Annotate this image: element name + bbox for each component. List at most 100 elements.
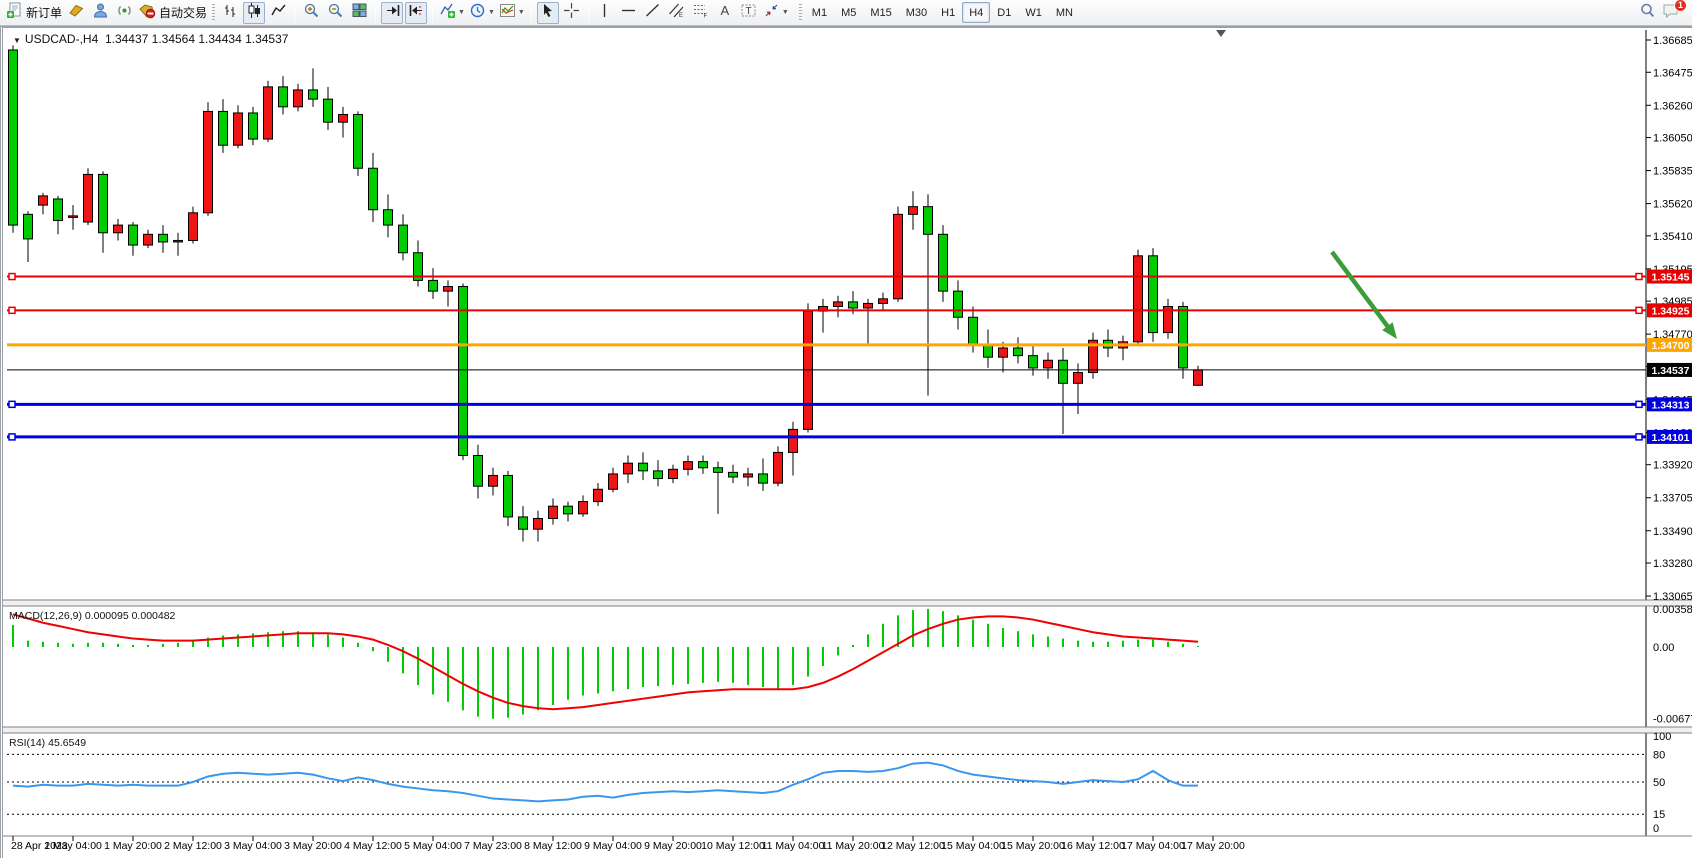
chart-menu-triangle-icon[interactable]: ▼ [13,36,21,45]
candle [219,111,228,145]
chevron-down-icon: ▼ [488,9,495,16]
timeframe-m15-button[interactable]: M15 [863,2,898,23]
candle [459,287,468,456]
new-order-button[interactable]: 新订单 [5,2,63,24]
cursor-tool-button[interactable] [537,2,559,24]
candle [309,90,318,99]
candle [1194,370,1203,385]
market-watch-button[interactable] [65,2,87,24]
candle [609,474,618,489]
candle [69,216,78,218]
chart-canvas[interactable]: 1.366851.364751.362601.360501.358351.356… [3,28,1692,858]
candle [759,474,768,483]
chart-shift-marker-icon[interactable] [1216,30,1226,37]
periods-button[interactable]: ▼ [468,2,496,24]
time-tick-label: 5 May 04:00 [404,840,462,852]
timeframe-m30-button[interactable]: M30 [899,2,934,23]
candle [684,462,693,470]
time-tick-label: 17 May 20:00 [1181,840,1245,852]
label-tool-button[interactable]: T [738,2,760,24]
candle [204,111,213,212]
fibonacci-tool-button[interactable]: F [690,2,712,24]
zoom-out-button[interactable] [324,2,346,24]
chart-shift-button[interactable] [405,2,427,24]
vertical-line-tool-button[interactable] [594,2,616,24]
navigator-button[interactable] [89,2,111,24]
chart-ohlc-values: 1.34437 1.34564 1.34434 1.34537 [105,32,289,46]
indicators-button[interactable]: ▼ [438,2,466,24]
vertical-line-icon [596,2,613,24]
candle [504,475,513,516]
panel-splitter[interactable] [3,727,1692,733]
notifications-button[interactable]: 1 [1660,2,1682,24]
time-tick-label: 7 May 23:00 [464,840,522,852]
candle [9,50,18,225]
trendline-icon [644,2,661,24]
channel-tool-button[interactable]: E [666,2,688,24]
time-tick-label: 2 May 12:00 [164,840,222,852]
panel-splitter[interactable] [3,600,1692,606]
timeframe-h1-button[interactable]: H1 [934,2,962,23]
level-anchor-handle[interactable] [9,307,15,313]
candlestick-chart-button[interactable] [243,2,265,24]
chart-symbol-period: USDCAD-,H4 [25,32,98,46]
timeframe-w1-button[interactable]: W1 [1018,2,1049,23]
time-tick-label: 12 May 12:00 [881,840,945,852]
rsi-axis-label: 0 [1653,823,1659,835]
candle [264,87,273,139]
candle [1014,348,1023,356]
horizontal-line-tool-button[interactable] [618,2,640,24]
price-tick-label: 1.36050 [1653,133,1692,145]
auto-scroll-icon [384,2,401,24]
level-anchor-handle[interactable] [1636,307,1642,313]
time-tick-label: 4 May 12:00 [344,840,402,852]
crosshair-tool-button[interactable] [561,2,583,24]
auto-scroll-button[interactable] [381,2,403,24]
candle [429,280,438,291]
candle [174,240,183,242]
level-anchor-handle[interactable] [9,274,15,280]
text-icon: A [716,2,733,24]
search-button[interactable] [1636,2,1658,24]
candle [384,210,393,225]
templates-button[interactable]: ▼ [498,2,526,24]
price-level-badge-label: 1.34700 [1652,340,1690,352]
level-anchor-handle[interactable] [9,434,15,440]
price-tick-label: 1.35410 [1653,231,1692,243]
timeframe-m5-button[interactable]: M5 [834,2,863,23]
zoom-in-button[interactable] [300,2,322,24]
timeframe-mn-button[interactable]: MN [1049,2,1080,23]
text-tool-button[interactable]: A [714,2,736,24]
chevron-down-icon: ▼ [458,9,465,16]
rsi-axis-label: 100 [1653,731,1671,743]
candle [624,463,633,474]
signals-button[interactable] [113,2,135,24]
candle [594,489,603,501]
arrows-tool-button[interactable]: ▼ [762,2,790,24]
timeframe-m1-button[interactable]: M1 [805,2,834,23]
level-anchor-handle[interactable] [1636,274,1642,280]
auto-trading-button[interactable]: 自动交易 [137,2,208,24]
candle [654,471,663,479]
level-anchor-handle[interactable] [9,401,15,407]
gold-bar-icon [68,2,85,24]
text-label-icon: T [740,2,757,24]
time-tick-label: 11 May 04:00 [762,840,825,852]
person-icon [92,2,109,24]
arrows-icon [763,2,780,24]
timeframe-d1-button[interactable]: D1 [990,2,1018,23]
main-toolbar: 新订单 自动交易 ▼ ▼ [0,0,1692,26]
level-anchor-handle[interactable] [1636,401,1642,407]
macd-main-value: 0.000095 [85,610,129,622]
candle [234,113,243,145]
bar-chart-button[interactable] [219,2,241,24]
tile-windows-button[interactable] [348,2,370,24]
level-anchor-handle[interactable] [1636,434,1642,440]
trendline-tool-button[interactable] [642,2,664,24]
line-chart-button[interactable] [267,2,289,24]
notification-count-badge: 1 [1674,0,1687,12]
timeframe-h4-button[interactable]: H4 [962,2,990,23]
trend-arrow-annotation[interactable] [1332,252,1390,329]
chevron-down-icon: ▼ [782,9,789,16]
candle [249,113,258,139]
